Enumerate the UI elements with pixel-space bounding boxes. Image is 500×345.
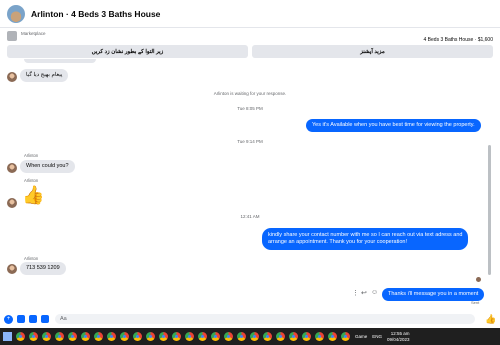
more-icon[interactable]: ⋮ (352, 289, 359, 297)
message-line: arrange an appointment. Thank you for yo… (268, 239, 408, 245)
timestamp: Tue 8:05 PM (237, 106, 263, 111)
marketplace-strip: Marketplace 4 Beds 3 Baths House · $1,60… (0, 29, 500, 45)
chrome-icon[interactable] (16, 332, 25, 341)
start-icon[interactable] (3, 332, 12, 341)
message-bubble-out: Thanks i'll message you in a moment (382, 288, 485, 301)
image-icon[interactable] (17, 315, 25, 323)
thumbs-up-icon: 👍 (22, 185, 45, 205)
chrome-icon[interactable] (94, 332, 103, 341)
sticker-icon[interactable] (29, 315, 37, 323)
sender-name: Arlinton (24, 256, 39, 261)
marketplace-label: Marketplace (21, 31, 46, 36)
chrome-icon[interactable] (328, 332, 337, 341)
cut-off-message (24, 59, 96, 63)
chrome-icon[interactable] (55, 332, 64, 341)
contact-avatar (7, 198, 17, 208)
contact-avatar (7, 163, 17, 173)
message-bubble-out: kindly share your contact number with me… (262, 228, 469, 250)
message-line: kindly share your contact number with me… (268, 232, 463, 238)
chrome-icon[interactable] (146, 332, 155, 341)
plus-icon[interactable]: + (4, 314, 13, 324)
marketplace-icon (7, 31, 17, 41)
mark-pending-button[interactable]: زیر التوا کے بطور نشان زد کریں (7, 45, 248, 58)
chrome-icon[interactable] (289, 332, 298, 341)
message-bubble-in: When could you? (20, 160, 75, 173)
game-label[interactable]: Game (355, 334, 367, 339)
chrome-icon[interactable] (302, 332, 311, 341)
listing-avatar[interactable] (7, 4, 25, 23)
chrome-icon[interactable] (172, 332, 181, 341)
composer: + Aa 👍 (0, 311, 500, 327)
message-bubble-in: پیغام بھیج دیا گیا (20, 69, 69, 82)
timestamp: Tue 9:14 PM (237, 139, 263, 144)
seen-avatar (476, 277, 481, 282)
chrome-icon[interactable] (198, 332, 207, 341)
chrome-icon[interactable] (211, 332, 220, 341)
chrome-icon[interactable] (120, 332, 129, 341)
react-icon[interactable]: ☺ (371, 289, 378, 296)
timestamp: 12:41 AM (240, 214, 260, 219)
chrome-icon[interactable] (42, 332, 51, 341)
chrome-icon[interactable] (237, 332, 246, 341)
chat-title[interactable]: Arlinton · 4 Beds 3 Baths House (31, 9, 160, 19)
chrome-icon[interactable] (263, 332, 272, 341)
message-input[interactable]: Aa (55, 314, 475, 324)
scrollbar[interactable] (488, 145, 491, 275)
more-options-button[interactable]: مزید آپشنز (252, 45, 493, 58)
sender-name: Arlinton (24, 153, 39, 158)
contact-avatar (7, 264, 17, 274)
message-bubble-in: 713 539 1209 (20, 262, 66, 275)
chrome-icon[interactable] (68, 332, 77, 341)
chat-header: Arlinton · 4 Beds 3 Baths House (0, 0, 500, 28)
chrome-icon[interactable] (185, 332, 194, 341)
windows-taskbar: Game ENG 12:55 am 09/04/2023 (0, 328, 500, 345)
chrome-icon[interactable] (276, 332, 285, 341)
message-bubble-out: Yes it's Available when you have best ti… (306, 119, 481, 132)
language-indicator[interactable]: ENG (372, 334, 382, 339)
like-icon[interactable]: 👍 (485, 314, 496, 325)
messenger-window: Arlinton · 4 Beds 3 Baths House Marketpl… (0, 0, 500, 345)
chrome-icon[interactable] (159, 332, 168, 341)
clock-time: 12:55 am (390, 330, 410, 336)
chrome-icon[interactable] (81, 332, 90, 341)
chrome-icon[interactable] (250, 332, 259, 341)
clock[interactable]: 12:55 am 09/04/2023 (387, 331, 410, 343)
reply-icon[interactable]: ↩ (361, 289, 367, 297)
chrome-icon[interactable] (224, 332, 233, 341)
marketplace-actions: زیر التوا کے بطور نشان زد کریں مزید آپشن… (7, 45, 493, 58)
sent-status: Sent (471, 300, 480, 305)
waiting-notice: Arlinton is waiting for your response. (213, 91, 287, 96)
contact-avatar (7, 72, 17, 82)
chrome-icon[interactable] (133, 332, 142, 341)
listing-price[interactable]: 4 Beds 3 Baths House · $1,600 (424, 37, 494, 43)
chrome-icon[interactable] (315, 332, 324, 341)
chrome-icon[interactable] (107, 332, 116, 341)
clock-date: 09/04/2023 (387, 336, 410, 342)
chrome-icon[interactable] (341, 332, 350, 341)
gif-icon[interactable] (41, 315, 49, 323)
sender-name: Arlinton (24, 178, 39, 183)
chrome-icon[interactable] (29, 332, 38, 341)
